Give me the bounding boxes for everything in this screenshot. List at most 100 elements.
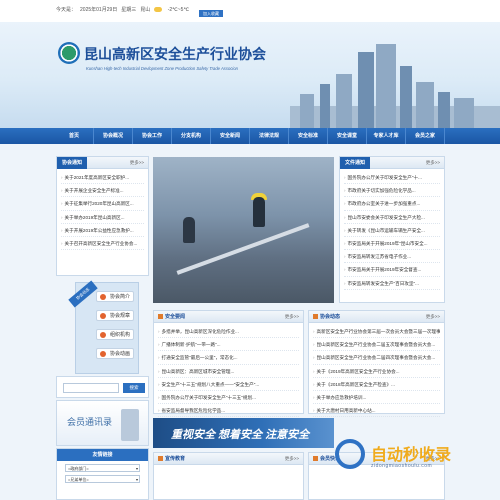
nav-item-work[interactable]: 协会工作 <box>133 128 172 144</box>
quick-link-animation[interactable]: 协会动画 <box>96 348 134 359</box>
safety-slogan-banner: 重视安全 想着安全 注意安全 <box>153 418 334 448</box>
nav-item-experts[interactable]: 专家人才库 <box>367 128 406 144</box>
association-news-more-link[interactable]: 更多>> <box>426 311 440 323</box>
skyline-building <box>438 92 450 128</box>
list-item[interactable]: 市安监局关于开展2019年安全督查... <box>344 263 440 277</box>
list-item[interactable]: 市政府办公室关于进一步加强重点... <box>344 197 440 211</box>
list-item[interactable]: 关于《2019年高新区安全生产行业协会... <box>313 365 440 378</box>
weather-icon <box>154 7 163 13</box>
favorite-button[interactable]: 加入收藏 <box>199 10 223 17</box>
nav-item-laws[interactable]: 法律法规 <box>250 128 289 144</box>
association-news-list: 高新区安全生产行业协会第三届一次会员大会暨三届一次理事... 昆山高新区安全生产… <box>309 323 444 419</box>
skyline-building <box>400 66 412 128</box>
files-more-link[interactable]: 更多>> <box>426 157 440 169</box>
safety-news-more-link[interactable]: 更多>> <box>285 311 299 323</box>
list-item[interactable]: 昆山高新区：高新区城市安全管理... <box>158 365 299 378</box>
education-box-header: 宣传教育 更多>> <box>154 453 303 465</box>
association-news-header: 协会动态 更多>> <box>309 311 444 323</box>
notice-box-header: 协会通知 更多>> <box>57 157 148 169</box>
quick-link-intro[interactable]: 协会简介 <box>96 291 134 302</box>
quick-link-rules[interactable]: 协会规章 <box>96 310 134 321</box>
links-select-government[interactable]: =政府部门= <box>65 464 140 472</box>
nav-item-branches[interactable]: 分支机构 <box>172 128 211 144</box>
skyline-building <box>454 98 474 128</box>
files-list: 国务院办公厅关于印发安全生产"十... 市政府关于切实加强危险化学品... 市政… <box>340 169 444 292</box>
list-item[interactable]: 关于举办应急救护培训... <box>313 391 440 405</box>
association-news-title-text: 协会动态 <box>320 314 341 320</box>
skyline-tower <box>358 52 374 128</box>
quick-link-label: 协会规章 <box>110 313 131 319</box>
list-item[interactable]: 市安监局转发江苏省电子作业... <box>344 250 440 264</box>
date-weather-info: 今天是： 2025年01月29日 星期三 昆山 -2℃~5℃ <box>56 6 193 13</box>
today-label: 今天是： <box>56 7 77 13</box>
nav-extension-left <box>0 128 55 144</box>
friendly-links-title: 友情链接 <box>57 449 148 461</box>
files-box-header: 文件通知 更多>> <box>340 157 444 169</box>
list-item[interactable]: 打通安全监管"最后一公里"，常态化... <box>158 351 299 365</box>
nav-extension-right <box>445 128 500 144</box>
member-directory-banner[interactable]: 会员通讯录 <box>56 400 149 446</box>
association-logo-icon <box>58 42 80 64</box>
watermark-logo-icon <box>335 439 365 469</box>
member-directory-title: 会员通讯录 <box>67 417 113 427</box>
nav-item-standards[interactable]: 安全标准 <box>289 128 328 144</box>
notice-more-link[interactable]: 更多>> <box>130 157 144 169</box>
education-box: 宣传教育 更多>> <box>153 452 304 500</box>
slider-scene-worker <box>253 197 265 227</box>
main-navigation: 首页 协会概况 协会工作 分支机构 安全新闻 法律法规 安全标准 安全课堂 专家… <box>55 128 445 144</box>
nav-item-classroom[interactable]: 安全课堂 <box>328 128 367 144</box>
list-item[interactable]: 省安监局督导我区危险化学品... <box>158 404 299 418</box>
list-item[interactable]: 国务院办公厅关于印发安全生产"十... <box>344 171 440 185</box>
list-item[interactable]: 昆山市安委会关于印发安全生产大检... <box>344 211 440 224</box>
education-title-text: 宣传教育 <box>165 456 186 462</box>
news-icon <box>158 456 163 462</box>
quick-link-organization[interactable]: 组织机构 <box>96 329 134 340</box>
list-item[interactable]: 昆山高新区安全生产行业协会二届四次理事会暨会员大会... <box>313 351 440 365</box>
slider-scene-railing <box>176 223 310 275</box>
city-text: 昆山 <box>140 7 151 13</box>
list-item[interactable]: 国务院办公厅关于印发安全生产"十三五"规划... <box>158 391 299 405</box>
nav-item-home[interactable]: 首页 <box>55 128 94 144</box>
news-slider-image[interactable] <box>153 157 334 303</box>
safety-news-box: 安全要闻 更多>> 多措并举，昆山高新区深化危险作业... 广播体制新·护航“一… <box>153 310 304 418</box>
list-item[interactable]: 安全生产"十三五"规划八大重点——"安全生产"... <box>158 378 299 391</box>
nav-item-safety-news[interactable]: 安全新闻 <box>211 128 250 144</box>
list-item[interactable]: 关于征集举行2020年昆山高新区... <box>61 197 144 211</box>
search-input[interactable] <box>63 383 119 393</box>
rules-icon <box>100 313 106 319</box>
nav-item-overview[interactable]: 协会概况 <box>94 128 133 144</box>
association-news-box: 协会动态 更多>> 高新区安全生产行业协会第三届一次会员大会暨三届一次理事...… <box>308 310 445 418</box>
list-item[interactable]: 市政府关于切实加强危险化学品... <box>344 184 440 198</box>
skyline-building <box>416 82 434 128</box>
list-item[interactable]: 关于大唐村日用高新中心站... <box>313 404 440 418</box>
nav-item-members[interactable]: 会员之家 <box>406 128 445 144</box>
list-item[interactable]: 市安监局转发安全生产"百日攻坚"... <box>344 277 440 290</box>
list-item[interactable]: 多措并举，昆山高新区深化危险作业... <box>158 325 299 339</box>
safety-news-list: 多措并举，昆山高新区深化危险作业... 广播体制新·护航“一带一路”... 打通… <box>154 323 303 419</box>
header-banner: 昆山高新区安全生产行业协会 Kunshan High-tech Industri… <box>0 22 500 128</box>
list-item[interactable]: 关于举办2019年昆山高新区... <box>61 211 144 224</box>
list-item[interactable]: 关于转发《昆山市运输车辆生产安全... <box>344 224 440 237</box>
search-panel: 搜索 <box>56 376 149 398</box>
list-item[interactable]: 昆山高新区安全生产行业协会二届五次理事会暨会员大会... <box>313 338 440 352</box>
list-item[interactable]: 市安监局关于开展2019年"昆山市安全... <box>344 237 440 251</box>
links-select-partners[interactable]: =兄弟单位= <box>65 475 140 483</box>
notice-box-title: 协会通知 <box>57 157 88 169</box>
list-item[interactable]: 高新区安全生产行业协会第三届一次会员大会暨三届一次理事... <box>313 325 440 339</box>
intro-icon <box>100 294 106 300</box>
quick-link-label: 协会简介 <box>110 294 131 300</box>
list-item[interactable]: 关于召开高新区安全生产行业协会... <box>61 237 144 251</box>
news-icon <box>313 314 318 320</box>
search-button[interactable]: 搜索 <box>123 383 145 393</box>
list-item[interactable]: 关于开展2019年公益性应急救护... <box>61 224 144 237</box>
list-item[interactable]: 广播体制新·护航“一带一路”... <box>158 338 299 352</box>
association-news-title: 协会动态 <box>313 311 340 323</box>
top-bar: 今天是： 2025年01月29日 星期三 昆山 -2℃~5℃ 加入收藏 <box>0 0 500 22</box>
list-item[interactable]: 关于2021年度高新区安全职护... <box>61 171 144 185</box>
skyline-building <box>320 84 330 128</box>
quick-links-panel: 协会动态 协会简介 协会规章 组织机构 协会动画 <box>68 280 139 374</box>
list-item[interactable]: 关于《2018年高新区安全生产检查》... <box>313 378 440 391</box>
skyline-tower <box>376 44 396 128</box>
list-item[interactable]: 关于开展企业安全生产标准... <box>61 184 144 198</box>
education-more-link[interactable]: 更多>> <box>285 453 299 465</box>
